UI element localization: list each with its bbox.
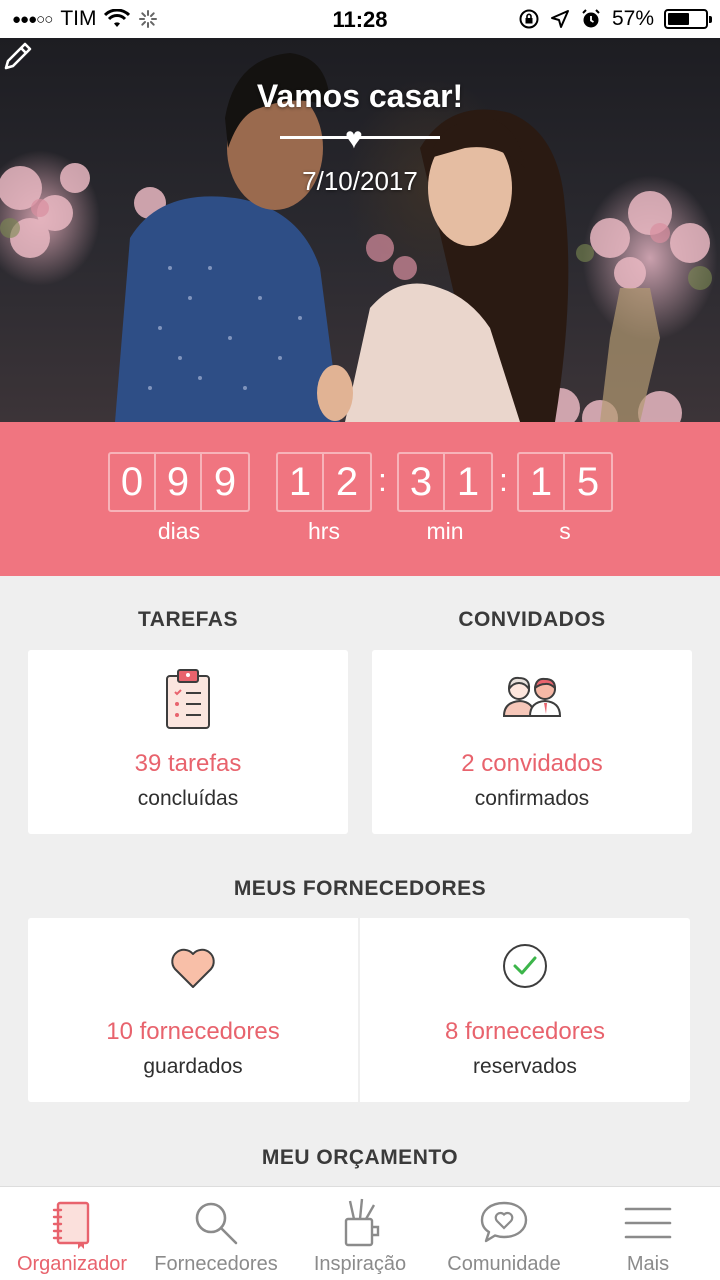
location-arrow-icon [550,10,569,28]
countdown-minutes: 3 1 [397,452,493,512]
tab-label: Fornecedores [154,1253,278,1275]
brushes-icon [344,1198,380,1247]
tasks-section-title: TAREFAS [138,608,238,631]
tasks-status: concluídas [137,787,239,810]
bottom-tab-bar: Organizador Fornecedores Inspiração Comu… [0,1186,720,1280]
guests-section-title: CONVIDADOS [458,608,606,631]
countdown-separator: : [499,462,508,498]
saved-vendors-status: guardados [143,1055,243,1078]
heart-divider-icon: ♥ [345,122,363,155]
tab-organizador[interactable]: Organizador [0,1187,144,1280]
hero-photo: Vamos casar! ♥ 7/10/2017 [0,38,720,422]
countdown-digit: 3 [399,454,445,510]
heart-icon [171,948,215,988]
countdown-digit: 2 [335,459,359,504]
wedding-date: 7/10/2017 [302,166,418,196]
countdown-separator: : [378,462,387,498]
countdown-hours-label: hrs [308,518,340,544]
tab-label: Organizador [16,1253,128,1275]
chat-heart-icon [480,1201,528,1243]
tab-inspiracao[interactable]: Inspiração [288,1187,432,1280]
countdown-minutes-label: min [426,518,464,544]
alarm-clock-icon [582,9,600,28]
saved-vendors-card[interactable]: 10 fornecedores guardados [28,918,358,1102]
guests-count: 2 convidados [461,750,603,777]
tasks-count: 39 tarefas [134,750,242,777]
countdown-days: 0 9 9 [108,452,250,512]
countdown-digit: 9 [156,454,202,510]
pencil-icon[interactable] [0,38,36,74]
menu-icon [624,1207,672,1239]
countdown-digit: 0 [110,454,156,510]
countdown-digit: 9 [213,459,237,504]
saved-vendors-count: 10 fornecedores [106,1018,280,1045]
tab-fornecedores[interactable]: Fornecedores [144,1187,288,1280]
countdown-digit: 5 [576,459,600,504]
countdown-hours: 1 2 [276,452,372,512]
booked-vendors-count: 8 fornecedores [444,1018,606,1045]
vendors-section-title: MEUS FORNECEDORES [233,877,487,900]
countdown-days-label: dias [157,518,201,544]
countdown-digit: 1 [519,454,565,510]
search-icon [195,1202,238,1245]
booked-vendors-status: reservados [473,1055,577,1078]
battery-icon [664,9,712,29]
people-icon [502,676,562,717]
check-circle-icon [503,944,547,988]
notebook-icon [52,1201,90,1249]
tab-comunidade[interactable]: Comunidade [432,1187,576,1280]
booked-vendors-card[interactable]: 8 fornecedores reservados [360,918,690,1102]
countdown-seconds: 1 5 [517,452,613,512]
guests-card[interactable]: 2 convidados confirmados [372,650,692,834]
tab-mais[interactable]: Mais [576,1187,720,1280]
hero-title: Vamos casar! [256,78,464,114]
countdown-digit: 1 [456,459,480,504]
tasks-card[interactable]: 39 tarefas concluídas [28,650,348,834]
tab-label: Mais [626,1253,670,1275]
tab-label: Inspiração [313,1253,407,1275]
status-bar: ●●●○○ TIM 11:28 57% [0,0,720,38]
budget-section-title: MEU ORÇAMENTO [261,1146,459,1169]
countdown-panel: 0 9 9 1 2 : 3 1 : 1 5 dias hrs min s [0,422,720,576]
countdown-seconds-label: s [559,518,571,544]
battery-percent: 57% [611,7,654,30]
guests-status: confirmados [474,787,590,810]
clipboard-icon [166,669,210,729]
countdown-digit: 1 [278,454,324,510]
tab-label: Comunidade [447,1253,561,1275]
rotation-lock-icon [519,9,539,29]
